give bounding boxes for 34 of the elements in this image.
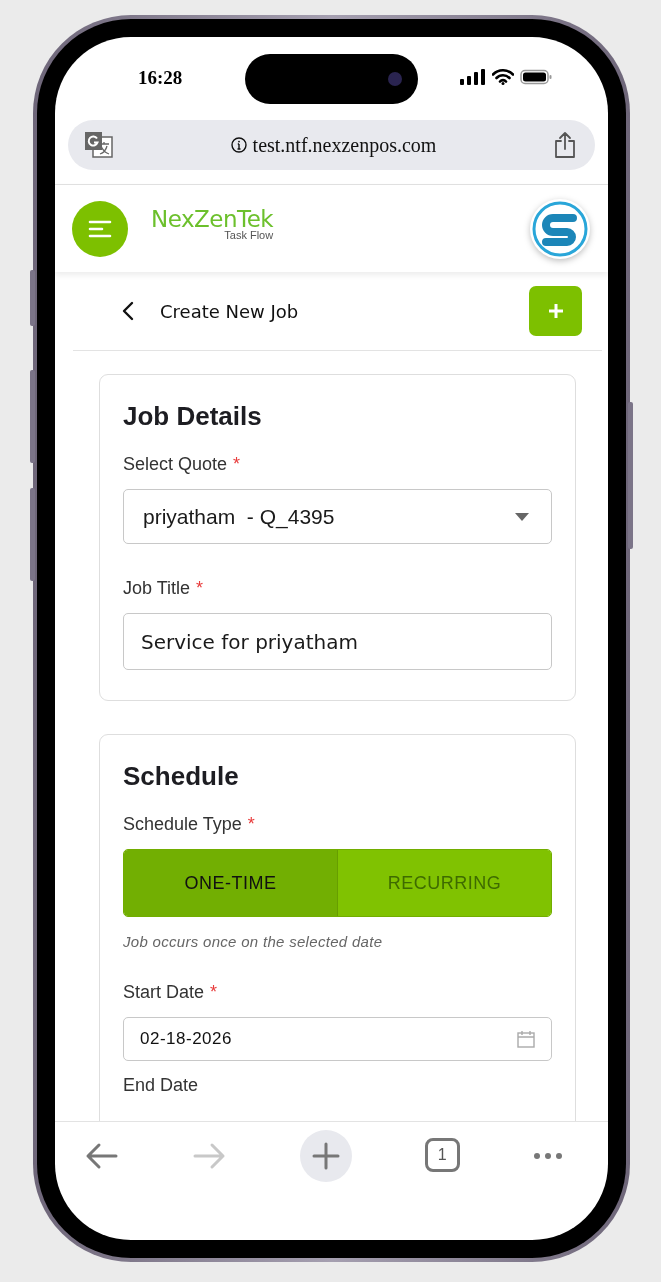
plus-icon[interactable] [311, 1142, 340, 1170]
start-date-field[interactable]: 02-18-2026 [123, 1017, 552, 1061]
back-icon[interactable] [121, 301, 135, 321]
schedule-type-option[interactable]: ONE-TIME [124, 850, 338, 916]
caret-icon[interactable] [515, 512, 529, 521]
required-mark: * [196, 578, 204, 599]
field-label: End Date [123, 1075, 199, 1096]
field-label: Start Date [123, 982, 205, 1003]
field-label: Schedule Type [123, 814, 242, 835]
required-mark: * [233, 454, 241, 475]
page-title: Create New Job [160, 300, 299, 322]
card-title: Schedule [123, 761, 240, 792]
logo-tagline: Task Flow [224, 229, 274, 241]
info-icon[interactable] [230, 137, 247, 153]
wifi-icon [492, 68, 514, 85]
required-mark: * [247, 814, 255, 835]
back-arrow-icon[interactable] [85, 1142, 119, 1170]
quote-select[interactable]: priyatham - Q_4395 [123, 489, 552, 544]
logo-name: NexZenTek [151, 206, 274, 232]
address-bar[interactable]: test.ntf.nexzenpos.com [68, 120, 595, 170]
required-mark: * [210, 982, 218, 1003]
battery-icon [520, 68, 552, 85]
field-label: Job Title [123, 578, 191, 599]
field-label: Select Quote [123, 454, 228, 475]
translate-icon[interactable] [84, 131, 114, 159]
status-time: 16:28 [138, 66, 183, 89]
card-title: Job Details [123, 401, 263, 432]
more-icon[interactable] [533, 1152, 563, 1160]
hint-text: Job occurs once on the selected date [123, 933, 384, 950]
url-text[interactable]: test.ntf.nexzenpos.com [252, 133, 437, 157]
signal-icon [460, 68, 486, 85]
job-title-field[interactable]: Service for priyatham [123, 613, 552, 670]
share-icon[interactable] [553, 131, 577, 159]
tab-count-button[interactable]: 1 [424, 1138, 460, 1172]
